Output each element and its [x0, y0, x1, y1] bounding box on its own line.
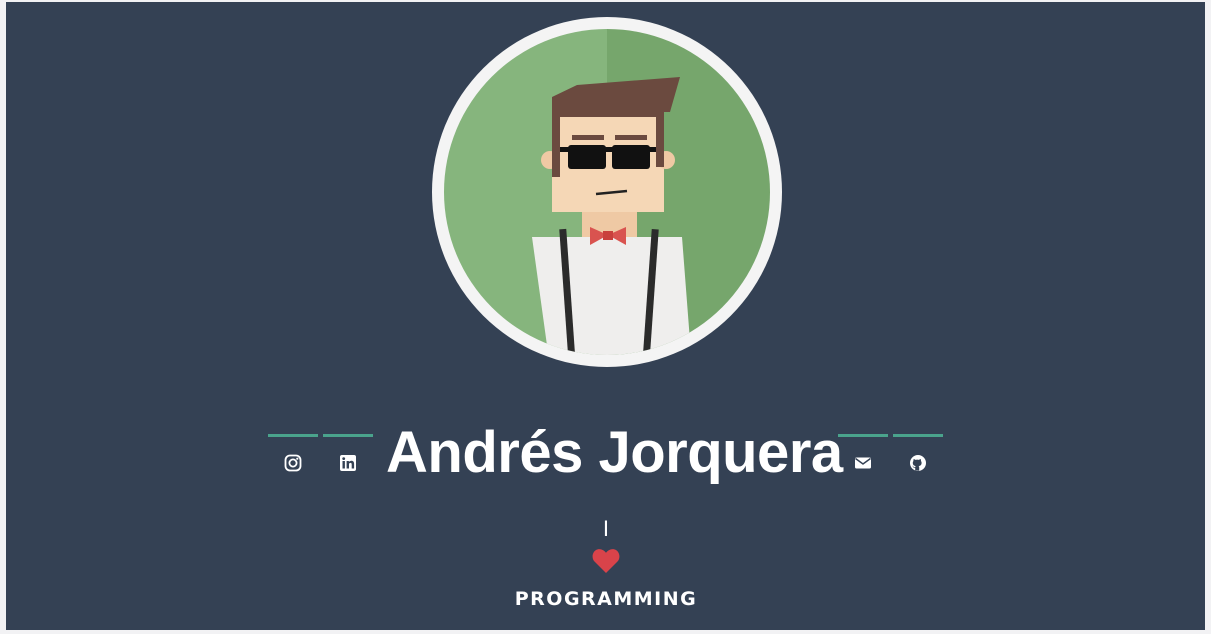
github-icon	[910, 455, 926, 471]
instagram-icon	[284, 454, 302, 472]
tagline-prefix: I	[602, 517, 610, 541]
profile-name: Andrés Jorquera	[386, 420, 843, 485]
heart-icon	[592, 549, 620, 573]
tagline-word: PROGRAMMING	[514, 588, 698, 610]
github-link[interactable]	[893, 434, 943, 474]
accent-bar	[838, 434, 888, 437]
instagram-link[interactable]	[268, 434, 318, 474]
accent-bar	[323, 434, 373, 437]
linkedin-link[interactable]	[323, 434, 373, 474]
email-icon	[855, 457, 871, 469]
avatar-illustration	[444, 29, 770, 355]
accent-bar	[893, 434, 943, 437]
linkedin-icon	[340, 455, 356, 471]
email-link[interactable]	[838, 434, 888, 474]
profile-avatar	[432, 17, 782, 367]
accent-bar	[268, 434, 318, 437]
hero-section: Andrés Jorquera I PROGRAMMING	[6, 2, 1205, 630]
